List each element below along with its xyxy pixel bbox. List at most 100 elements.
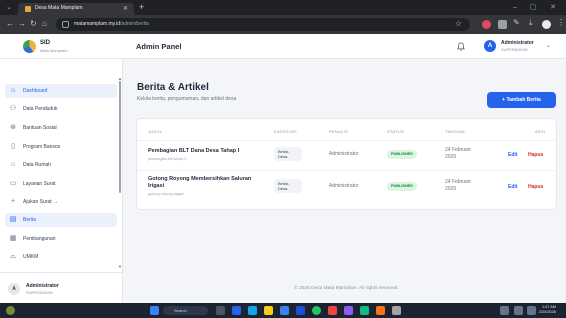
widgets-icon[interactable] [232,306,241,315]
extension-puzzle-icon[interactable] [498,20,507,29]
chrome-icon[interactable] [312,306,321,315]
sidebar-item-berita[interactable]: ▤ Berita [5,213,117,227]
brand-subtitle: Mata Mamplam [40,48,68,53]
tab-search-icon[interactable]: ⌄ [5,4,13,12]
news-table: JUDUL KATEGORI PENULIS STATUS TANGGAL AK… [136,118,557,210]
pen-icon[interactable]: ✎ [513,18,520,28]
minimize-icon[interactable]: – [511,4,519,12]
address-bar[interactable]: matamamplam.my.id/admin/berita ☆ [56,18,470,31]
avatar[interactable]: A [484,40,496,52]
edit-link[interactable]: Edit [508,152,517,158]
profile-icon[interactable] [542,20,551,29]
mail-icon[interactable] [296,306,305,315]
file-explorer-icon[interactable] [264,306,273,315]
os-taskbar: Search 1:47 AM 2/25/2026 [0,303,566,318]
sidebar-item-layanan-surat[interactable]: ▭ Layanan Surat [5,177,117,191]
date: 24 Februari 2026 [445,147,471,160]
reload-icon[interactable]: ↻ [30,19,37,29]
column-header: KATEGORI [274,129,297,134]
chevron-down-icon[interactable]: ⌄ [546,42,551,49]
tab-close-icon[interactable]: ✕ [123,5,128,12]
start-icon[interactable] [150,306,159,315]
author: Administrator [329,183,359,189]
home-icon: ⌂ [10,87,16,94]
sidebar-item-label: Dashboard [23,88,48,94]
tray-icons[interactable] [500,306,509,315]
sidebar-item-dashboard[interactable]: ⌂ Dashboard [5,84,117,98]
app-icon-2[interactable] [376,306,385,315]
news-title[interactable]: Pembagian BLT Dana Desa Tahap I [148,148,239,155]
news-title[interactable]: Gotong Royong Membersihkan Saluran Iriga… [148,176,258,190]
shop-icon: ⌓ [10,253,16,260]
app-icon-3[interactable] [392,306,401,315]
divider [137,140,556,141]
task-view-icon[interactable] [216,306,225,315]
tab-title: Desa Mata Mamplam [35,5,83,11]
sidebar-item-data-rumah[interactable]: ⌂ Data Rumah [5,158,117,172]
app-icon[interactable] [328,306,337,315]
bookmark-star-icon[interactable]: ☆ [455,19,462,28]
back-icon[interactable]: ← [6,19,14,29]
sidebar-item-label: UMKM [23,254,39,260]
sidebar-scrollbar[interactable] [119,81,121,193]
status-badge: PUBLISHED [387,150,417,159]
scroll-down-arrow[interactable]: ▼ [118,264,122,269]
column-header: TANGGAL [445,129,466,134]
browser-toolbar: ← → ↻ ⌂ matamamplam.my.id/admin/berita ☆… [0,15,566,34]
category-chip: Berita Desa [274,147,302,161]
edge-icon[interactable] [248,306,257,315]
sidebar-item-bantuan-sosial[interactable]: ⊛ Bantuan Sosial [5,121,117,135]
download-icon[interactable]: ⤓ [529,18,533,28]
site-info-icon[interactable] [62,21,69,28]
section-subtitle: Kelola berita, pengumuman, dan artikel d… [137,96,237,102]
sidebar-item-program-bansos[interactable]: ▯ Program Bansos [5,140,117,154]
vscode-icon[interactable] [344,306,353,315]
status-badge: PUBLISHED [387,182,417,191]
sidebar-item-data-penduduk[interactable]: ⚇ Data Penduduk [5,102,117,116]
taskbar-search[interactable]: Search [163,306,208,315]
store-icon[interactable] [280,306,289,315]
brand-name: SID [40,40,51,46]
browser-tab[interactable]: Desa Mata Mamplam ✕ [18,3,134,15]
taskbar-clock[interactable]: 1:47 AM 2/25/2026 [539,305,556,315]
weather-icon[interactable] [6,306,15,315]
village-logo-icon [23,40,36,53]
add-news-button[interactable]: + Tambah Berita [487,92,556,108]
sidebar-item-label: Program Bansos [23,144,61,150]
maximize-icon[interactable]: ▢ [529,4,537,12]
section-title: Berita & Artikel [137,82,209,93]
extension-icon[interactable] [482,20,491,29]
page-footer: © 2026 Desa Mata Mamplam. All rights res… [294,286,399,291]
sidebar: ⌂ Dashboard ⚇ Data Penduduk ⊛ Bantuan So… [0,59,123,303]
divider [137,170,556,171]
browser-tabstrip: ⌄ Desa Mata Mamplam ✕ + – ▢ ✕ [0,0,566,15]
building-icon: ▦ [9,235,17,242]
sidebar-item-label: Ajukan Surat → [23,199,59,205]
sidebar-item-ajukan-surat[interactable]: + Ajukan Surat → [5,195,117,209]
sidebar-item-label: Berita [23,217,37,223]
close-window-icon[interactable]: ✕ [549,4,557,12]
sidebar-item-pembangunan[interactable]: ▦ Pembangunan [5,232,117,246]
author: Administrator [329,151,359,157]
sidebar-item-label: Layanan Surat [23,181,56,187]
bell-icon[interactable] [457,42,465,51]
app-header: SID Mata Mamplam Admin Panel A Administr… [0,34,566,59]
tab-favicon-icon [25,6,31,12]
network-icon[interactable] [514,306,523,315]
home-button-icon[interactable]: ⌂ [42,19,47,29]
forward-icon[interactable]: → [18,19,26,29]
sidebar-user-footer: A Administrator SUPERADMIN [0,272,122,303]
sidebar-item-umkm[interactable]: ⌓ UMKM [5,250,117,264]
volume-icon[interactable] [527,306,536,315]
delete-link[interactable]: Hapus [528,152,543,158]
browser-menu-icon[interactable]: ⋮ [557,18,565,28]
user-role: SUPERADMIN [501,47,528,52]
edit-link[interactable]: Edit [508,184,517,190]
terminal-icon[interactable] [360,306,369,315]
url-text[interactable]: matamamplam.my.id/admin/berita [74,21,149,27]
column-header: JUDUL [148,129,163,134]
delete-link[interactable]: Hapus [528,184,543,190]
sidebar-item-label: Bantuan Sosial [23,125,57,131]
new-tab-icon[interactable]: + [139,3,144,12]
user-name[interactable]: Administrator [501,40,534,46]
